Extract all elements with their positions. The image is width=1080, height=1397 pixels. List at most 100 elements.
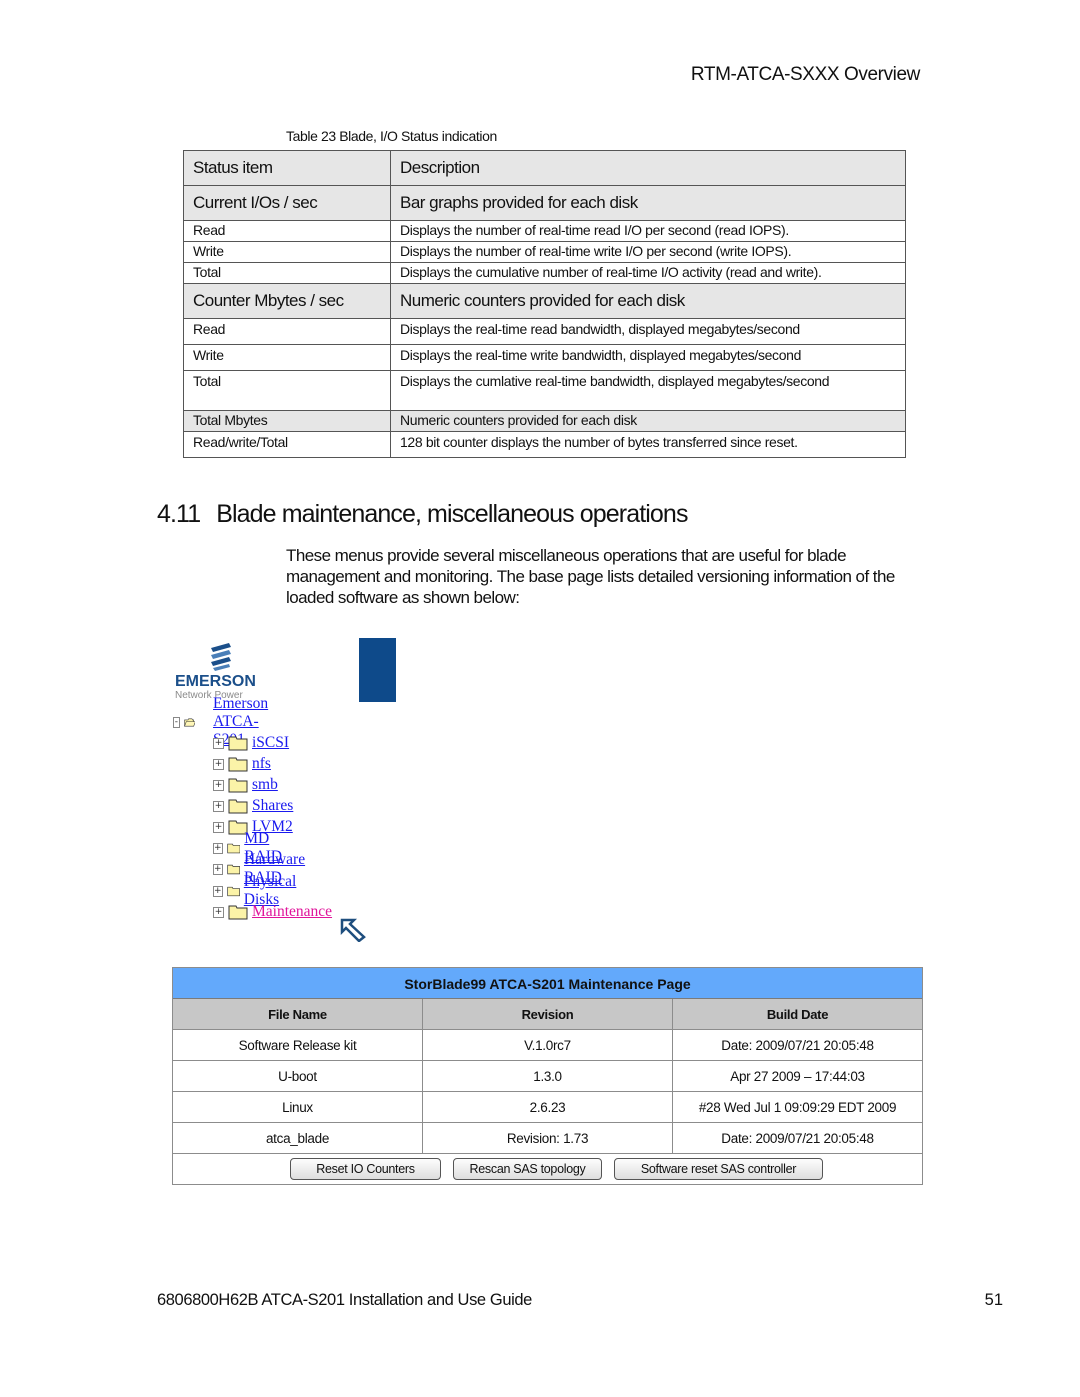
software-reset-sas-controller-button[interactable]: Software reset SAS controller (614, 1158, 823, 1180)
row-description: Displays the real-time write bandwidth, … (390, 344, 906, 371)
tree-root[interactable]: - Emerson ATCA-S201 (173, 695, 283, 748)
row-item: Read (183, 318, 391, 345)
maintenance-title: StorBlade99 ATCA-S201 Maintenance Page (173, 968, 922, 999)
tree-link[interactable]: Shares (252, 797, 293, 815)
cursor-arrow-icon (340, 918, 366, 942)
group-header-row: Current I/Os / sec Bar graphs provided f… (183, 185, 906, 221)
rescan-sas-topology-button[interactable]: Rescan SAS topology (453, 1158, 602, 1180)
build-date-cell: #28 Wed Jul 1 09:09:29 EDT 2009 (672, 1092, 922, 1122)
table-row: Write Displays the number of real-time w… (183, 241, 906, 263)
row-description: Displays the number of real-time write I… (390, 241, 906, 263)
row-description: Displays the number of real-time read I/… (390, 220, 906, 242)
row-description: 128 bit counter displays the number of b… (390, 431, 906, 458)
table-row: Read Displays the number of real-time re… (183, 220, 906, 242)
section-heading: 4.11 Blade maintenance, miscellaneous ope… (157, 500, 688, 529)
body-paragraph: These menus provide several miscellaneou… (286, 546, 895, 607)
table-row: Read/write/Total 128 bit counter display… (183, 431, 906, 458)
group-header-row: Counter Mbytes / sec Numeric counters pr… (183, 283, 906, 319)
file-name-cell: Linux (282, 1100, 313, 1115)
revision-cell: 2.6.23 (422, 1092, 672, 1122)
table-row: Total Displays the cumulative number of … (183, 262, 906, 284)
row-item: Read/write/Total (183, 431, 391, 458)
row-item: Total (183, 262, 391, 284)
expand-icon[interactable]: + (213, 800, 224, 812)
expand-icon[interactable]: + (213, 737, 224, 749)
row-item: Total (183, 370, 391, 411)
header-cell: Status item (183, 150, 391, 186)
section-title: Blade maintenance, miscellaneous operati… (216, 500, 688, 528)
folder-icon (226, 886, 240, 896)
group-item: Current I/Os / sec (183, 185, 391, 221)
tree-link[interactable]: iSCSI (252, 734, 289, 752)
file-name-cell: atca_blade (265, 1131, 330, 1146)
file-name-cell: Software Release kit (238, 1038, 357, 1053)
group-description: Bar graphs provided for each disk (390, 185, 906, 221)
row-description: Displays the real-time read bandwidth, d… (390, 318, 906, 345)
section-number: 4.11 (157, 500, 201, 528)
table-row: Software Release kit V.1.0rc7 Date: 2009… (173, 1030, 922, 1061)
maintenance-panel: StorBlade99 ATCA-S201 Maintenance Page F… (172, 967, 923, 1185)
brand-bar (359, 638, 396, 702)
emerson-logo: EMERSON Network Power (172, 642, 282, 702)
build-date-cell: Apr 27 2009 – 17:44:03 (672, 1061, 922, 1091)
group-description: Numeric counters provided for each disk (390, 283, 906, 319)
group-description: Numeric counters provided for each disk (390, 410, 906, 432)
row-description: Displays the cumlative real-time bandwid… (390, 370, 906, 411)
open-folder-icon (183, 718, 196, 726)
footer-doc-title: 6806800H62B ATCA-S201 Installation and U… (157, 1291, 532, 1309)
group-item: Counter Mbytes / sec (183, 283, 391, 319)
row-item: Read (183, 220, 391, 242)
expand-icon[interactable]: + (213, 863, 223, 875)
tree-item-physical-disks[interactable]: + Physical Disks (213, 873, 305, 908)
table-row: Write Displays the real-time write bandw… (183, 344, 906, 371)
column-header-revision: Revision (422, 999, 672, 1029)
build-date-cell: Date: 2009/07/21 20:05:48 (672, 1123, 922, 1153)
folder-icon (226, 843, 240, 853)
tree-item-smb[interactable]: + smb (213, 775, 278, 795)
expand-icon[interactable]: + (213, 906, 224, 918)
expand-icon[interactable]: + (213, 758, 224, 770)
folder-icon (226, 864, 240, 874)
footer-page-number: 51 (984, 1291, 1003, 1309)
table-row: U-boot 1.3.0 Apr 27 2009 – 17:44:03 (173, 1061, 922, 1092)
revision-cell: V.1.0rc7 (422, 1030, 672, 1060)
expand-icon[interactable]: + (213, 842, 223, 854)
expand-icon[interactable]: + (213, 779, 224, 791)
tree-item-maintenance[interactable]: + Maintenance (213, 902, 332, 922)
row-item: Write (183, 241, 391, 263)
folder-icon (228, 757, 248, 771)
status-table: Status item Description Current I/Os / s… (183, 150, 906, 458)
tree-link[interactable]: smb (252, 776, 278, 794)
maintenance-actions: Reset IO Counters Rescan SAS topology So… (173, 1154, 922, 1184)
column-header-build-date: Build Date (672, 999, 922, 1029)
reset-io-counters-button[interactable]: Reset IO Counters (290, 1158, 441, 1180)
revision-cell: 1.3.0 (422, 1061, 672, 1091)
table-row: Total Displays the cumlative real-time b… (183, 370, 906, 411)
file-name-cell: U-boot (278, 1069, 317, 1084)
table-row: Linux 2.6.23 #28 Wed Jul 1 09:09:29 EDT … (173, 1092, 922, 1123)
emerson-swirl-icon (211, 643, 231, 671)
folder-icon (228, 905, 248, 919)
column-header-file-name: File Name (173, 999, 422, 1029)
collapse-icon[interactable]: - (173, 716, 180, 728)
tree-link-active[interactable]: Maintenance (252, 903, 332, 921)
tree-item-shares[interactable]: + Shares (213, 796, 293, 816)
table-row: atca_blade Revision: 1.73 Date: 2009/07/… (173, 1123, 922, 1154)
expand-icon[interactable]: + (213, 885, 223, 897)
folder-icon (228, 736, 248, 750)
running-header: RTM-ATCA-SXXX Overview (690, 64, 920, 85)
expand-icon[interactable]: + (213, 821, 224, 833)
logo-brand: EMERSON (175, 673, 256, 690)
tree-item-iscsi[interactable]: + iSCSI (213, 733, 289, 753)
table-row: Read Displays the real-time read bandwid… (183, 318, 906, 345)
row-item: Write (183, 344, 391, 371)
tree-item-nfs[interactable]: + nfs (213, 754, 271, 774)
row-description: Displays the cumulative number of real-t… (390, 262, 906, 284)
build-date-cell: Date: 2009/07/21 20:05:48 (672, 1030, 922, 1060)
group-item: Total Mbytes (183, 410, 391, 432)
header-cell: Description (390, 150, 906, 186)
table-caption: Table 23 Blade, I/O Status indication (286, 128, 497, 144)
table-header-row: Status item Description (183, 150, 906, 186)
maintenance-header-row: File Name Revision Build Date (173, 999, 922, 1030)
tree-link[interactable]: nfs (252, 755, 271, 773)
